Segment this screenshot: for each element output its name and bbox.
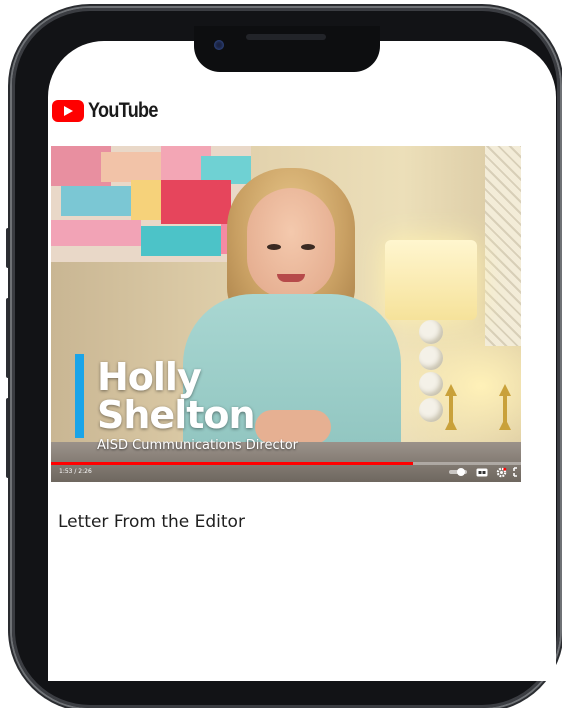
progress-bar-played (51, 462, 413, 465)
captions-icon[interactable] (475, 467, 489, 477)
presenter-first-name: Holly (97, 355, 202, 399)
video-title[interactable]: Letter From the Editor (58, 512, 245, 532)
video-player[interactable]: Holly Shelton AISD Cummunications Direct… (51, 146, 521, 482)
time-display: 1:53 / 2:26 (59, 468, 92, 475)
presenter-last-name: Shelton (97, 393, 256, 437)
youtube-play-icon (52, 100, 84, 122)
trophy-right (497, 382, 513, 434)
fullscreen-icon[interactable] (513, 467, 521, 477)
youtube-logo[interactable]: YouTube (52, 98, 169, 124)
lamp-base (419, 320, 443, 440)
settings-icon[interactable] (495, 467, 507, 477)
progress-bar[interactable] (51, 462, 521, 465)
autoplay-toggle-icon[interactable] (449, 467, 469, 477)
lower-third-accent-bar (75, 354, 84, 438)
front-camera (214, 40, 224, 50)
phone-notch (194, 26, 380, 72)
earpiece-speaker (246, 34, 326, 40)
youtube-wordmark: YouTube (88, 99, 158, 122)
trophy-left (443, 382, 459, 434)
presenter-role: AISD Cummunications Director (97, 438, 298, 453)
patterned-shelf (485, 146, 521, 346)
